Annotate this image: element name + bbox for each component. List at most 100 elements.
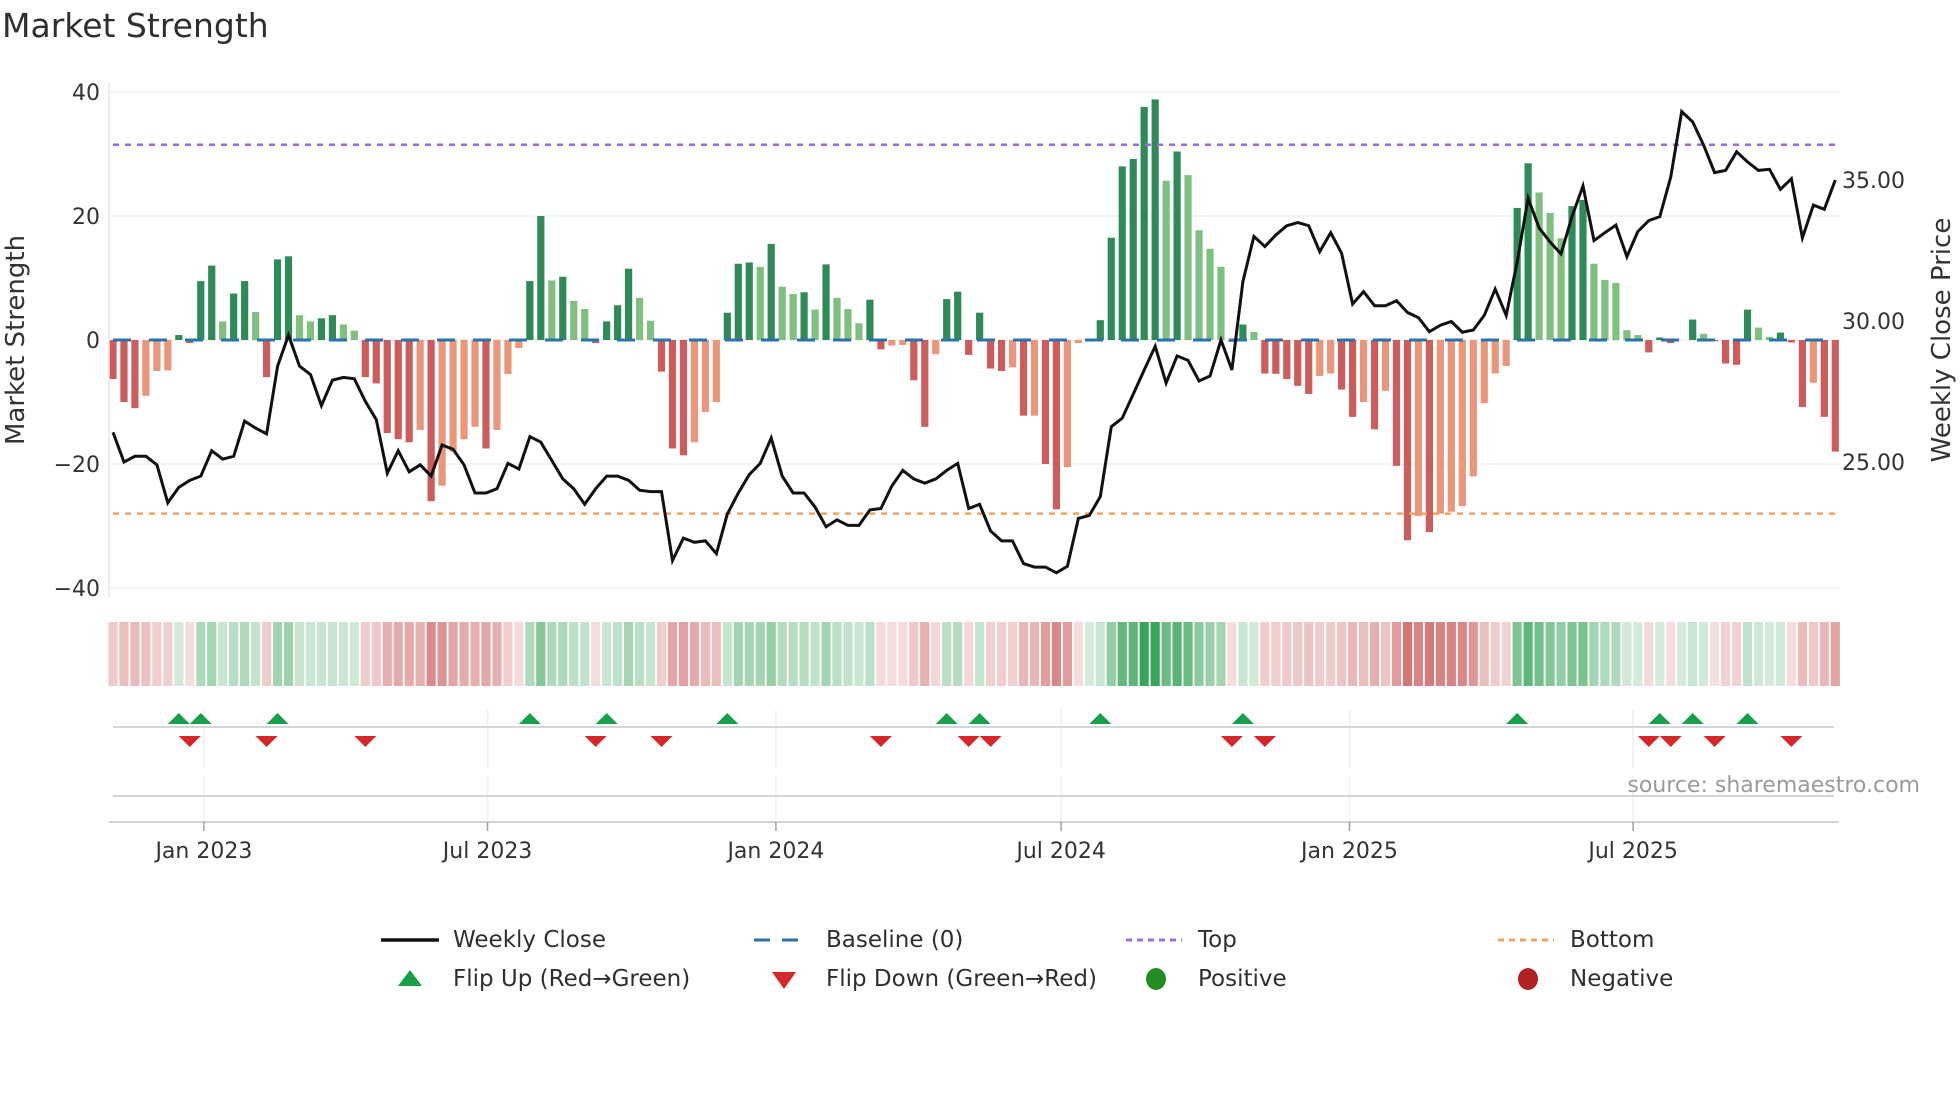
strength-bar [1283, 340, 1291, 380]
heat-cell [777, 622, 787, 686]
heat-cell [119, 622, 129, 686]
heat-cell [1062, 622, 1072, 686]
heat-cell [569, 622, 579, 686]
strength-bar [438, 340, 446, 486]
strength-bar [1370, 340, 1379, 430]
strength-bar [1743, 309, 1752, 340]
strength-bar [1261, 340, 1269, 374]
heat-cell [942, 622, 952, 686]
y-tick-label: −20 [54, 453, 100, 478]
flip-up-marker [968, 713, 991, 724]
strength-bar [526, 281, 534, 340]
heat-cell [1808, 622, 1818, 686]
heat-cell [711, 622, 721, 686]
strength-bar [1809, 340, 1817, 383]
heat-cell [613, 622, 623, 686]
strength-bar [1480, 340, 1488, 404]
heat-cell [1786, 622, 1797, 686]
heat-cell [448, 622, 458, 686]
strength-bar [306, 321, 315, 340]
strength-bar [1107, 237, 1115, 340]
heat-cell [766, 622, 776, 686]
heat-cell [931, 622, 941, 686]
strength-bar [1502, 340, 1510, 367]
strength-bar [1272, 340, 1280, 374]
flip-up-marker [1736, 713, 1759, 724]
heat-cell [1150, 622, 1160, 686]
flip-down-marker [1637, 736, 1660, 747]
heat-cell [1523, 622, 1533, 686]
heat-cell [141, 622, 151, 686]
flip-down-marker [979, 736, 1002, 747]
heat-cell [1391, 622, 1402, 686]
strength-bar [888, 340, 896, 346]
strength-bar [504, 340, 512, 375]
strength-bar [1140, 106, 1148, 340]
heat-cell [514, 622, 524, 686]
heat-cell [1622, 622, 1632, 686]
strength-bar [679, 340, 688, 456]
heat-cell [623, 622, 634, 686]
strength-bar [767, 243, 775, 340]
x-tick-label: Jul 2025 [1586, 839, 1678, 864]
heat-cell [996, 622, 1007, 686]
heat-cell [887, 622, 897, 686]
strength-bar [1436, 340, 1444, 514]
strength-bar [142, 340, 150, 396]
heat-cell [349, 622, 359, 686]
strength-bar [482, 340, 490, 449]
strength-bar [383, 340, 391, 433]
x-tick-label: Jan 2023 [153, 839, 252, 864]
heat-cell [1446, 622, 1456, 686]
strength-bar [262, 340, 271, 378]
heat-cell [975, 622, 985, 686]
strength-bar [603, 321, 611, 340]
strength-bar [997, 340, 1006, 371]
heat-cell [1238, 622, 1248, 686]
strength-bar [701, 340, 709, 412]
heat-cell [1380, 622, 1391, 686]
strength-bar [734, 263, 742, 340]
strength-bar [1195, 230, 1203, 340]
strength-bar [1305, 340, 1313, 394]
heat-cell [1512, 622, 1522, 686]
heat-cell [1106, 622, 1116, 686]
heat-cell [130, 622, 140, 686]
flip-down-marker [1780, 736, 1803, 747]
weekly-close-line [111, 108, 1837, 575]
heat-cell [1424, 622, 1434, 686]
strength-bar [471, 340, 479, 427]
y2-tick-label: 25.00 [1842, 451, 1905, 476]
heat-cell [1775, 622, 1786, 686]
flip-up-marker [1089, 713, 1112, 724]
strength-bar [1239, 324, 1247, 340]
strength-bars [109, 99, 1839, 541]
strength-bar [559, 276, 567, 340]
heat-cell [1369, 622, 1380, 686]
strength-bar [394, 340, 402, 440]
heat-cell [470, 622, 480, 686]
heat-cell [1040, 622, 1051, 686]
strength-bar [965, 340, 973, 355]
strength-bar [208, 265, 216, 340]
heat-cell [1029, 622, 1040, 686]
strength-bar [1381, 340, 1390, 391]
strength-bar [109, 340, 117, 380]
x-tick-label: Jan 2024 [725, 839, 824, 864]
heat-cell [305, 622, 316, 686]
heat-cell [1600, 622, 1610, 686]
heat-cell [1227, 622, 1237, 686]
strength-bar [1173, 151, 1181, 340]
heat-cell [667, 622, 678, 686]
heat-cell [986, 622, 996, 686]
y2-tick-label: 35.00 [1842, 169, 1905, 194]
heat-cell [678, 622, 689, 686]
flip-up-marker [1506, 713, 1529, 724]
heat-cell [1589, 622, 1599, 686]
flip-up-marker [1231, 713, 1254, 724]
strength-bar [822, 264, 830, 340]
heat-cell [371, 622, 381, 686]
heat-cell [1699, 622, 1709, 686]
flip-up-marker [1681, 713, 1704, 724]
strength-bar [1118, 166, 1126, 340]
